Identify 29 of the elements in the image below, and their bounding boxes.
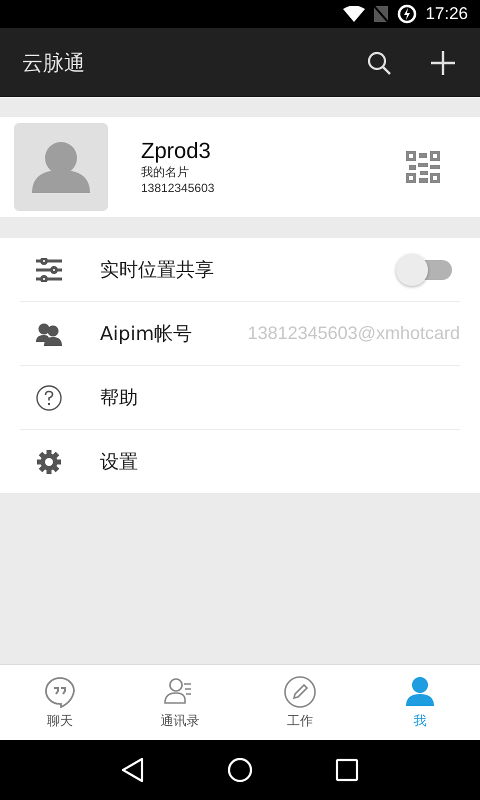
pencil-icon	[284, 676, 316, 708]
tab[interactable]: 通讯录	[120, 665, 240, 740]
profile-name: Zprod3	[141, 138, 212, 164]
status-time: 17:26	[425, 4, 468, 24]
menu-label[interactable]: 设置	[100, 448, 138, 474]
toggle-switch[interactable]	[396, 254, 452, 286]
no-signal-icon	[373, 5, 390, 23]
person-icon	[404, 676, 436, 708]
chat-bubble-icon	[44, 676, 76, 708]
menu-label[interactable]: 帮助	[100, 384, 138, 410]
help-icon	[34, 384, 64, 410]
settings-icon	[34, 448, 64, 474]
menu-label[interactable]: Aipim帐号	[100, 320, 192, 346]
battery-charging-icon	[397, 4, 418, 24]
back-icon[interactable]	[121, 757, 145, 783]
wifi-icon	[343, 6, 366, 22]
profile-phone: 13812345603	[141, 180, 216, 196]
people-icon	[34, 322, 64, 346]
qr-code-icon[interactable]	[406, 151, 440, 183]
recents-icon[interactable]	[335, 758, 359, 782]
menu-label[interactable]: 实时位置共享	[100, 256, 214, 282]
profile-subtitle: 我的名片	[141, 164, 190, 180]
tab[interactable]: 工作	[240, 665, 360, 740]
search-icon[interactable]	[366, 50, 392, 76]
tab[interactable]: 聊天	[0, 665, 120, 740]
add-icon[interactable]	[430, 50, 456, 76]
app-title: 云脉通	[22, 50, 86, 76]
home-icon[interactable]	[227, 757, 253, 783]
sliders-icon	[34, 258, 64, 282]
